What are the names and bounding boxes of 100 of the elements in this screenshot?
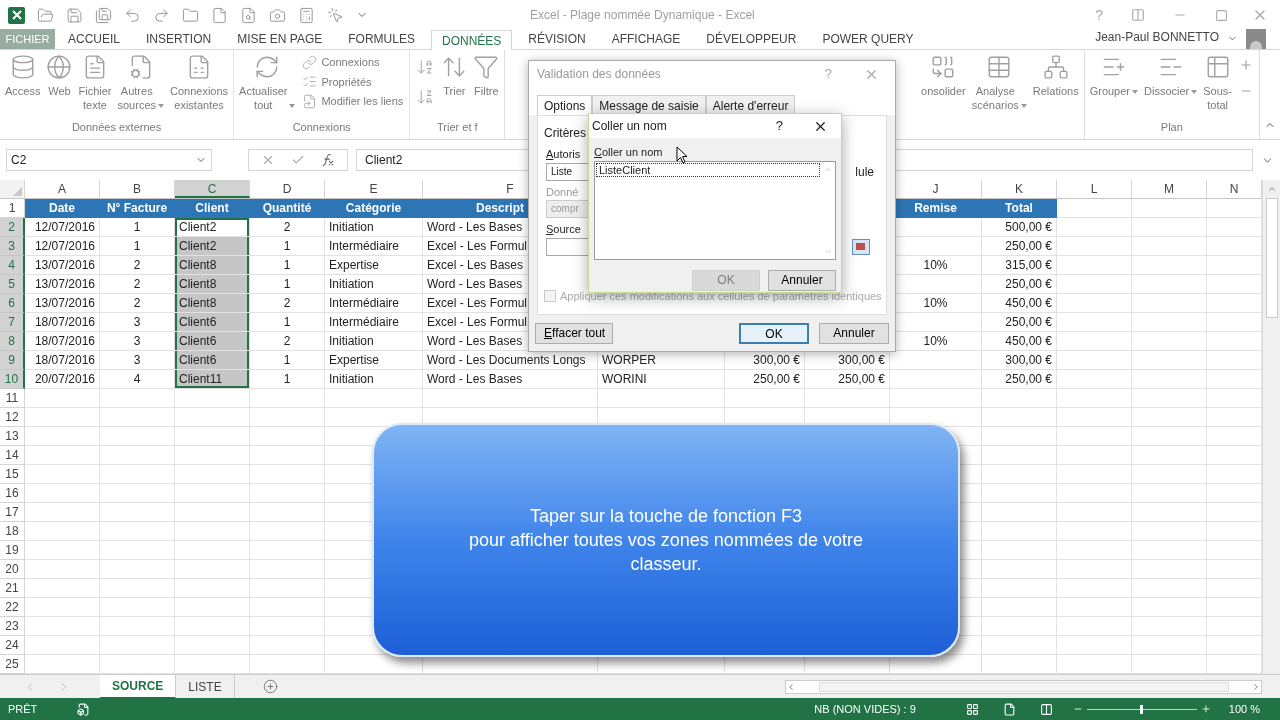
column-header[interactable]: C (175, 180, 250, 198)
ribbon-tab[interactable]: MISE EN PAGE (227, 29, 333, 49)
table-cell: Client8 (175, 275, 250, 294)
row-header[interactable]: 15 (0, 465, 25, 484)
table-cell: 1 (250, 275, 325, 294)
dialog-title: Validation des données (537, 66, 662, 83)
dialog-button[interactable]: OK (739, 322, 809, 344)
list-label: Coller un nom (594, 145, 663, 160)
ribbon-button[interactable]: onsolider (918, 54, 969, 98)
ribbon-tab[interactable]: POWER QUERY (812, 29, 924, 49)
table-cell: 1 (250, 313, 325, 332)
column-title: Total (982, 199, 1057, 218)
table-cell: Initiation (325, 275, 423, 294)
table-cell: 250,00 € (982, 370, 1057, 389)
table-cell: 1 (100, 218, 175, 237)
row-header[interactable]: 17 (0, 503, 25, 522)
ribbon-tab[interactable]: INSERTION (136, 29, 222, 49)
help-button[interactable]: ? (775, 116, 783, 136)
table-cell: Client2 (175, 237, 250, 256)
table-cell: WORINI (598, 370, 725, 389)
table-cell: 250,00 € (982, 313, 1057, 332)
table-cell: 250,00 € (725, 370, 805, 389)
row-header[interactable]: 11 (0, 389, 25, 408)
row-header[interactable]: 5 (0, 275, 25, 294)
row-header[interactable]: 16 (0, 484, 25, 503)
table-cell: Initiation (325, 218, 423, 237)
row-header[interactable]: 2 (0, 218, 25, 237)
ribbon-small-button[interactable]: Connexions (302, 54, 404, 71)
table-cell: Client11 (175, 370, 250, 389)
row-header[interactable]: 12 (0, 408, 25, 427)
ribbon-small-button[interactable]: Modifier les liens (302, 93, 404, 110)
table-cell: 18/07/2016 (25, 313, 100, 332)
ribbon-tab[interactable]: RÉVISION (518, 29, 596, 49)
field-label: Donné (546, 184, 579, 200)
names-list[interactable]: ListeClient (594, 160, 836, 260)
dialog-button[interactable]: Effacer tout (535, 322, 613, 344)
row-header[interactable]: 7 (0, 313, 25, 332)
ribbon-tab[interactable]: DONNÉES (430, 30, 513, 50)
row-header[interactable]: 19 (0, 541, 25, 560)
dialog-button[interactable]: Annuler (768, 269, 836, 291)
ribbon-tab[interactable]: ACCUEIL (58, 29, 130, 49)
status-count: NB (NON VIDES) : 9 (814, 701, 916, 717)
row-header[interactable]: 13 (0, 427, 25, 446)
table-cell: Intermédiaire (325, 294, 423, 313)
dialog-tab[interactable]: Options (537, 95, 593, 115)
row-header[interactable]: 24 (0, 636, 25, 655)
table-cell: 18/07/2016 (25, 351, 100, 370)
ribbon-button[interactable]: Dissocier (1141, 54, 1201, 98)
section-label: Critères (544, 125, 586, 142)
row-header[interactable]: 10 (0, 370, 25, 389)
table-cell: 250,00 € (982, 275, 1057, 294)
table-cell: 250,00 € (982, 237, 1057, 256)
table-cell: Intermédiaire (325, 237, 423, 256)
row-header[interactable]: 14 (0, 446, 25, 465)
window-title: Excel - Plage nommée Dynamique - Excel (530, 7, 755, 24)
ribbon-button[interactable]: Trier (438, 54, 471, 98)
dialog-title: Coller un nom (592, 118, 668, 135)
ribbon-button[interactable]: Actualiser tout (236, 54, 299, 112)
option-label: lule (855, 163, 874, 181)
row-header[interactable]: 1 (0, 199, 25, 218)
column-title: N° Facture (100, 199, 175, 218)
ribbon-tab[interactable]: DÉVELOPPEUR (696, 29, 807, 49)
table-cell: 1 (250, 256, 325, 275)
ribbon-button[interactable]: Fichier texte (75, 54, 115, 112)
table-cell: Client8 (175, 294, 250, 313)
row-header[interactable]: 8 (0, 332, 25, 351)
zoom-level[interactable]: 100 % (1228, 700, 1260, 718)
sheet-tab[interactable]: SOURCE (100, 674, 177, 699)
ribbon-small-button[interactable]: Propriétés (302, 73, 404, 90)
row-header[interactable]: 18 (0, 522, 25, 541)
ribbon-button[interactable]: Relations (1029, 54, 1082, 98)
ribbon-button[interactable]: Access (2, 54, 44, 98)
ribbon-button[interactable]: Connexions existantes (167, 54, 232, 112)
table-cell: 300,00 € (982, 351, 1057, 370)
user-name[interactable]: Jean-Paul BONNETTO (1095, 28, 1219, 46)
row-header[interactable]: 3 (0, 237, 25, 256)
row-header[interactable]: 9 (0, 351, 25, 370)
ribbon-button[interactable]: Autres sources (114, 54, 167, 112)
field-label: Autoris (546, 147, 581, 162)
ribbon-button[interactable]: Web (43, 54, 76, 98)
dialog-button[interactable]: Annuler (819, 322, 889, 344)
row-header[interactable]: 23 (0, 617, 25, 636)
list-item[interactable]: ListeClient (596, 162, 820, 177)
dialog-tab[interactable]: Message de saisie (592, 95, 706, 115)
name-box[interactable]: C2 (6, 149, 212, 171)
ribbon-button[interactable]: Grouper (1086, 54, 1141, 98)
row-header[interactable]: 21 (0, 579, 25, 598)
ribbon-tab[interactable]: AFFICHAGE (601, 29, 691, 49)
table-cell: 13/07/2016 (25, 294, 100, 313)
ribbon-button[interactable]: Filtre (470, 54, 503, 98)
row-header[interactable]: 22 (0, 598, 25, 617)
table-cell: 450,00 € (982, 332, 1057, 351)
ribbon-button[interactable]: Analyse scénarios (968, 54, 1030, 112)
row-header[interactable]: 25 (0, 655, 25, 674)
row-header[interactable]: 20 (0, 560, 25, 579)
table-cell: 315,00 € (982, 256, 1057, 275)
ribbon-button[interactable]: Sous- total (1200, 54, 1235, 112)
row-header[interactable]: 6 (0, 294, 25, 313)
ribbon-tab[interactable]: FORMULES (338, 29, 425, 49)
row-header[interactable]: 4 (0, 256, 25, 275)
